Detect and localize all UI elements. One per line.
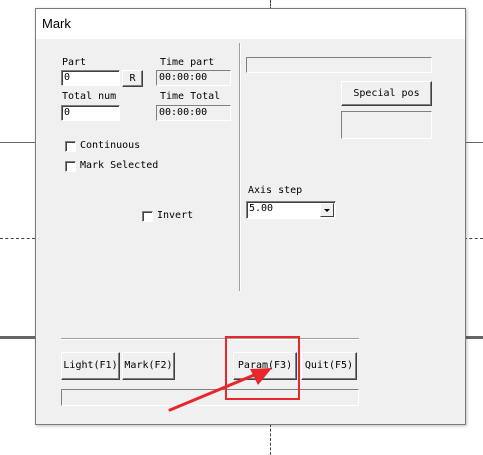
- background-thick-line-right: [464, 336, 483, 339]
- background-dashed-line-bottom: [270, 424, 271, 455]
- quit-button[interactable]: Quit(F5): [301, 352, 357, 380]
- mark-button[interactable]: Mark(F2): [122, 352, 175, 380]
- time-part-label: Time part: [160, 57, 215, 68]
- total-num-label: Total num: [62, 91, 117, 102]
- axis-step-value: 5.00: [249, 203, 274, 214]
- axis-step-select[interactable]: 5.00: [246, 201, 336, 219]
- part-field[interactable]: 0: [61, 70, 120, 86]
- panel-divider: [239, 43, 241, 291]
- right-top-field: [246, 57, 432, 73]
- bottom-divider: [61, 338, 359, 340]
- mark-dialog: Mark Part Time part 0 R 00:00:00 Total n…: [35, 8, 466, 425]
- status-bar: [61, 389, 359, 406]
- part-label: Part: [62, 57, 87, 68]
- invert-label[interactable]: Invert: [157, 210, 193, 221]
- time-total-label: Time Total: [160, 91, 221, 102]
- reset-part-button[interactable]: R: [122, 70, 143, 87]
- window-title: Mark: [42, 16, 71, 31]
- background-dashed-line-right: [464, 238, 483, 239]
- param-button-highlight: [225, 336, 300, 400]
- light-button[interactable]: Light(F1): [61, 352, 120, 380]
- title-bar[interactable]: Mark: [36, 9, 465, 39]
- continuous-label[interactable]: Continuous: [80, 140, 140, 151]
- special-pos-field: [341, 111, 432, 139]
- mark-selected-label[interactable]: Mark Selected: [80, 160, 158, 171]
- continuous-checkbox[interactable]: [65, 141, 76, 152]
- background-thick-line-left: [0, 336, 35, 339]
- mark-selected-checkbox[interactable]: [65, 161, 76, 172]
- invert-checkbox[interactable]: [142, 211, 153, 222]
- time-part-field: 00:00:00: [156, 70, 231, 86]
- time-total-field: 00:00:00: [156, 105, 231, 121]
- chevron-down-icon[interactable]: [320, 203, 334, 217]
- total-num-field[interactable]: 0: [61, 105, 120, 121]
- axis-step-label: Axis step: [248, 185, 303, 196]
- background-dashed-line-left: [0, 238, 35, 239]
- background-line-left: [0, 142, 35, 143]
- special-pos-button[interactable]: Special pos: [341, 81, 432, 106]
- background-line-right: [464, 142, 483, 143]
